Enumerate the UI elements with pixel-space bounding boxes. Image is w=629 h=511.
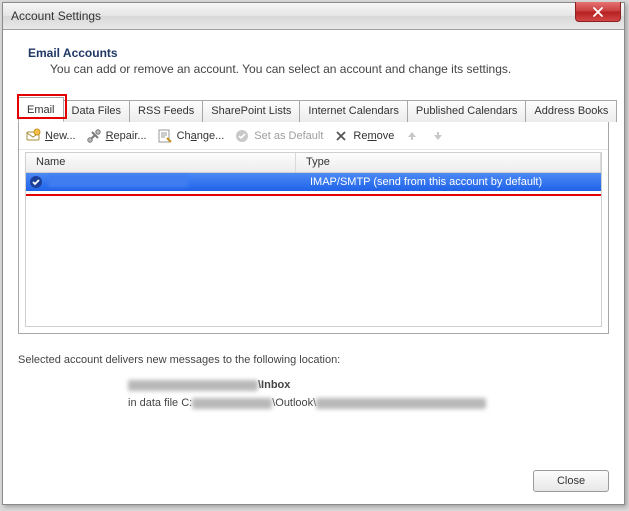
arrow-down-icon: [430, 128, 446, 144]
accounts-list[interactable]: Name Type IMAP/SMTP (send from this acco…: [25, 152, 602, 327]
tab-sharepoint-lists[interactable]: SharePoint Lists: [202, 100, 300, 122]
redacted-text: [128, 380, 258, 391]
change-icon: [157, 128, 173, 144]
tab-data-files[interactable]: Data Files: [63, 100, 131, 122]
dialog-button-row: Close: [18, 458, 609, 492]
section-subheading: You can add or remove an account. You ca…: [50, 62, 609, 76]
tab-label: Email: [27, 104, 55, 116]
account-settings-window: Account Settings Email Accounts You can …: [2, 2, 625, 505]
button-label: Close: [557, 475, 585, 487]
tab-strip: Email Data Files RSS Feeds SharePoint Li…: [18, 96, 609, 122]
account-name-cell: [46, 175, 308, 190]
tabs-container: Email Data Files RSS Feeds SharePoint Li…: [18, 96, 609, 334]
toolbar-change[interactable]: Change...: [157, 128, 225, 144]
tab-label: SharePoint Lists: [211, 105, 291, 117]
tab-panel-email: New... Repair... Change...: [18, 122, 609, 334]
arrow-up-icon: [404, 128, 420, 144]
window-title: Account Settings: [11, 9, 101, 23]
close-button[interactable]: Close: [533, 470, 609, 492]
tab-label: Published Calendars: [416, 105, 518, 117]
section-heading: Email Accounts: [28, 46, 609, 60]
check-circle-icon: [234, 128, 250, 144]
account-row[interactable]: IMAP/SMTP (send from this account by def…: [26, 173, 601, 191]
tab-address-books[interactable]: Address Books: [525, 100, 617, 122]
toolbar-new[interactable]: New...: [25, 128, 76, 144]
column-header-name[interactable]: Name: [26, 153, 296, 172]
tab-published-calendars[interactable]: Published Calendars: [407, 100, 527, 122]
accounts-toolbar: New... Repair... Change...: [19, 122, 608, 150]
toolbar-remove[interactable]: Remove: [333, 128, 394, 144]
redacted-text: [192, 398, 272, 409]
tab-label: RSS Feeds: [138, 105, 194, 117]
delivery-folder: \Inbox: [128, 376, 609, 394]
close-icon: [593, 7, 603, 17]
tab-label: Data Files: [72, 105, 122, 117]
tab-rss-feeds[interactable]: RSS Feeds: [129, 100, 203, 122]
window-close-button[interactable]: [575, 2, 621, 22]
toolbar-label: Set as Default: [254, 130, 323, 142]
account-type-cell: IMAP/SMTP (send from this account by def…: [308, 176, 601, 188]
list-header: Name Type: [26, 153, 601, 173]
delivery-location-info: Selected account delivers new messages t…: [18, 354, 609, 412]
tab-label: Address Books: [534, 105, 608, 117]
tab-label: Internet Calendars: [308, 105, 399, 117]
dialog-content: Email Accounts You can add or remove an …: [3, 30, 624, 504]
default-account-check-icon: [26, 175, 46, 189]
tab-email[interactable]: Email: [18, 97, 64, 122]
new-icon: [25, 128, 41, 144]
column-header-type[interactable]: Type: [296, 153, 601, 172]
toolbar-move-down: [430, 128, 446, 144]
remove-icon: [333, 128, 349, 144]
toolbar-set-default: Set as Default: [234, 128, 323, 144]
titlebar: Account Settings: [3, 3, 624, 30]
redacted-text: [48, 175, 188, 187]
redacted-text: [316, 398, 486, 409]
toolbar-move-up: [404, 128, 420, 144]
toolbar-repair[interactable]: Repair...: [86, 128, 147, 144]
tab-internet-calendars[interactable]: Internet Calendars: [299, 100, 408, 122]
repair-icon: [86, 128, 102, 144]
delivery-intro: Selected account delivers new messages t…: [18, 354, 609, 366]
delivery-datafile: in data file C:\Outlook\: [128, 394, 609, 412]
